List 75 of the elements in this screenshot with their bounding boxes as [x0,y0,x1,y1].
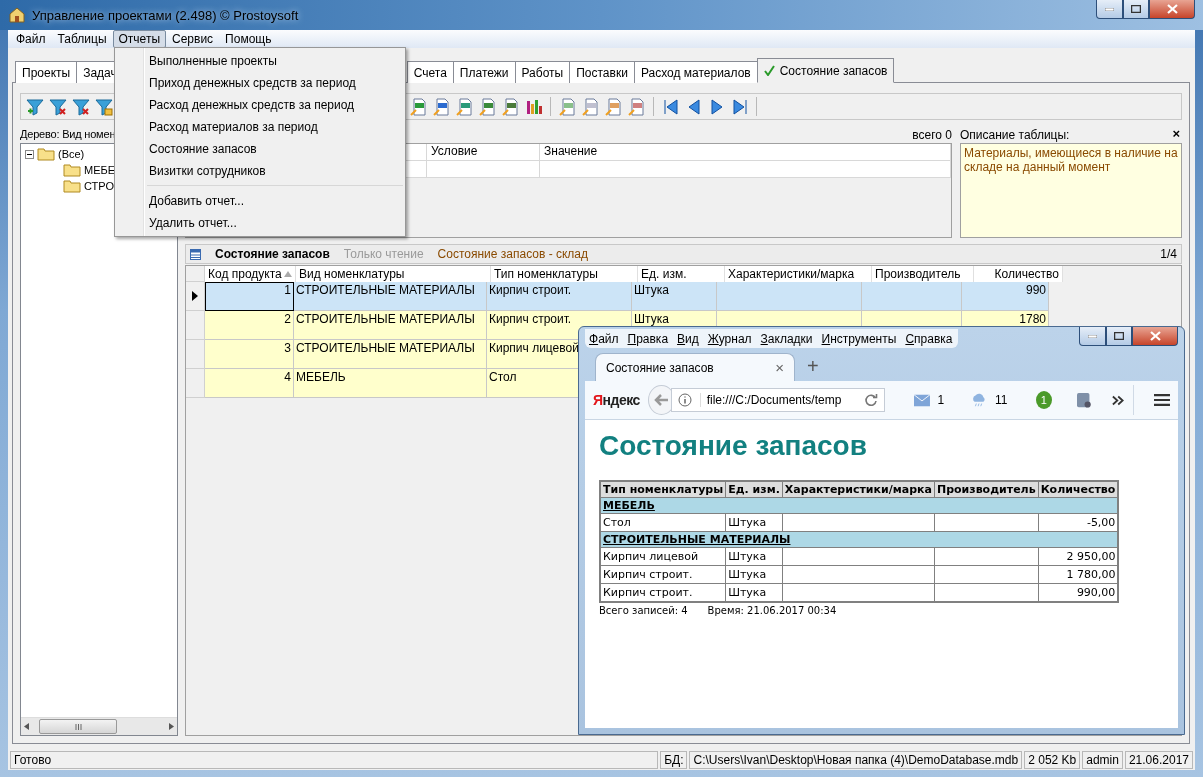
column-header: Производитель [934,481,1039,498]
table-cell: СТРОИТЕЛЬНЫЕ МАТЕРИАЛЫ [294,282,487,311]
column-header: Характеристики/марка [782,481,935,498]
menu-item[interactable]: Расход материалов за период [115,116,405,138]
column-header: Ед. изм. [725,481,783,498]
table-cell: Кирпич строит. [600,565,726,584]
address-field[interactable]: file:///C:/Documents/temp [670,388,886,412]
table-cell: Штука [725,513,783,532]
grid-title: Состояние запасов [215,247,330,261]
temperature: 11 [994,393,1008,407]
menu-item[interactable]: Справка [905,332,953,346]
menu-item[interactable]: Помощь [219,30,278,48]
close-tab-button[interactable]: × [775,359,784,376]
column-header[interactable]: Характеристики/марка [725,266,872,282]
window-title: Управление проектами (2.498) © Prostoysoft [32,7,299,23]
tab[interactable]: Счета [406,61,454,83]
new-tab-button[interactable]: + [807,354,819,378]
database-path: C:\Users\Ivan\Desktop\Новая папка (4)\DemoDatabase.mdb [689,751,1023,769]
column-header[interactable]: Код продукта [205,266,296,282]
table-cell: МЕБЕЛЬ [294,369,487,398]
browser-tab[interactable]: Состояние запасов × [595,353,795,381]
menu-item[interactable]: Файл [10,30,52,48]
table-cell: Штука [725,565,783,584]
menu-item[interactable]: Состояние запасов [115,138,405,160]
menu-item[interactable]: Удалить отчет... [115,212,405,234]
table-cell: 1 [205,282,294,311]
notification-badge[interactable]: 1 [1035,391,1052,409]
table-cell: СТРОИТЕЛЬНЫЕ МАТЕРИАЛЫ [294,311,487,340]
column-header[interactable]: Количество [974,266,1063,282]
mail-count: 1 [937,393,945,407]
table-cell: 4 [205,369,294,398]
tab[interactable]: Проекты [15,61,78,83]
table-cell: 2 [205,311,294,340]
database-label: БД: [660,751,688,769]
column-header: Количество [1038,481,1119,498]
column-header[interactable]: Вид номенклатуры [296,266,491,282]
menu-item[interactable]: Расход денежных средств за период [115,94,405,116]
table-cell: Кирпич строит. [487,282,632,311]
tab[interactable]: Работы [514,61,571,83]
column-header[interactable]: Ед. изм. [638,266,725,282]
page-heading: Состояние запасов [599,430,868,462]
table-cell: Штука [632,282,717,311]
read-only-label: Только чтение [343,247,424,261]
status-text: Готово [10,751,659,769]
table-cell: Стол [600,513,726,532]
record-total: Всего записей: 4 [599,605,688,616]
database-size: 2 052 Kb [1024,751,1081,769]
column-header[interactable]: Тип номенклатуры [491,266,638,282]
description-title: Описание таблицы: [960,128,1070,142]
table-cell: 3 [205,340,294,369]
close-button[interactable]: × [1172,128,1182,140]
tab[interactable]: Платежи [452,61,516,83]
tab[interactable]: Поставки [569,61,635,83]
tab[interactable]: Расход материалов [633,61,758,83]
menu-item[interactable]: Инструменты [821,332,897,346]
table-cell: 990 [962,282,1049,311]
column-header: Условие [427,144,540,160]
column-header[interactable]: Производитель [872,266,974,282]
menu-item[interactable]: Таблицы [51,30,113,48]
record-count: всего 0 [912,128,952,142]
tab[interactable]: Состояние запасов [756,58,895,83]
menu-item[interactable]: Отчеты [112,30,166,48]
menu-item[interactable]: Закладки [760,332,813,346]
table-cell: Штука [725,547,783,566]
menu-item[interactable]: Сервис [166,30,220,48]
report-time: Время: 21.06.2017 00:34 [707,605,837,616]
grid-subtitle: Состояние запасов - склад [437,247,589,261]
description-text: Материалы, имеющиеся в наличие на складе на данный момент [960,143,1182,238]
status-date: 21.06.2017 [1124,751,1193,769]
table-cell: СТРОИТЕЛЬНЫЕ МАТЕРИАЛЫ [294,340,487,369]
record-position: 1/4 [1160,247,1178,261]
user-name: admin [1082,751,1123,769]
column-header: Значение [540,144,951,160]
table-cell: Кирпич лицевой [600,547,726,566]
column-header: Тип номенклатуры [600,481,726,498]
